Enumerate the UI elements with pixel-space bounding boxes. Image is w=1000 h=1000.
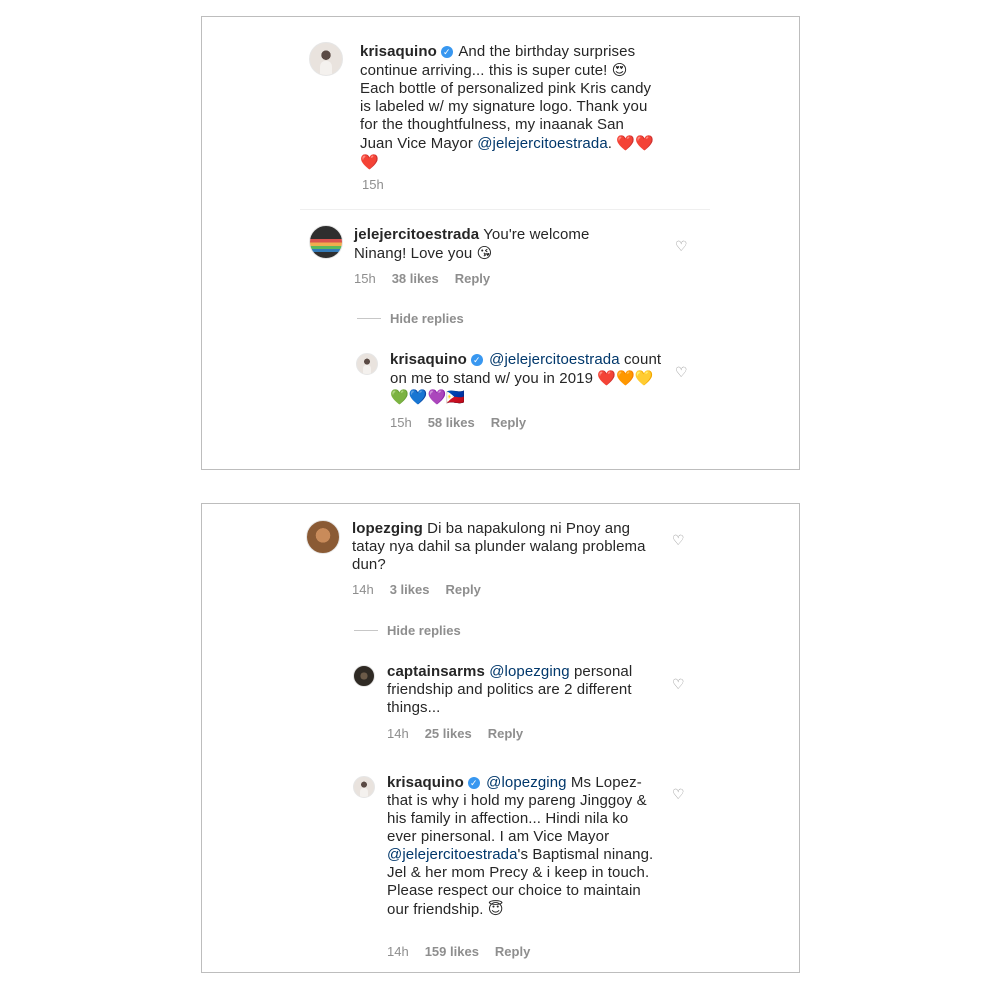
- divider: [300, 209, 710, 210]
- username[interactable]: captainsarms: [387, 663, 485, 680]
- halo-emoji: 😇: [487, 900, 504, 918]
- timestamp[interactable]: 14h: [387, 726, 409, 741]
- likes-count[interactable]: 159 likes: [425, 944, 479, 959]
- comment-meta: 15h 38 likes Reply: [354, 271, 506, 286]
- reply-button[interactable]: Reply: [445, 582, 480, 597]
- mention-link[interactable]: @jelejercitoestrada: [489, 351, 620, 368]
- mention-link[interactable]: @lopezging: [489, 663, 569, 680]
- heart-outline-icon[interactable]: ♡: [675, 239, 689, 253]
- hide-replies-line: [357, 318, 381, 319]
- heart-outline-icon[interactable]: ♡: [672, 787, 686, 801]
- heart-outline-icon[interactable]: ♡: [675, 365, 689, 379]
- reply-button[interactable]: Reply: [491, 415, 526, 430]
- verified-badge-icon: ✓: [467, 777, 480, 789]
- likes-count[interactable]: 38 likes: [392, 271, 439, 286]
- heart-outline-icon[interactable]: ♡: [672, 533, 686, 547]
- comment-panel-2: lopezging Di ba napakulong ni Pnoy ang t…: [201, 503, 800, 973]
- likes-count[interactable]: 25 likes: [425, 726, 472, 741]
- post-caption: krisaquino ✓ And the birthday surprises c…: [360, 43, 660, 172]
- username[interactable]: krisaquino: [387, 774, 464, 791]
- reply-button[interactable]: Reply: [455, 271, 490, 286]
- reply-meta: 15h 58 likes Reply: [390, 415, 542, 430]
- kiss-emoji: 😘: [476, 244, 493, 262]
- timestamp[interactable]: 15h: [362, 177, 384, 192]
- username[interactable]: krisaquino: [360, 43, 437, 60]
- reply-meta: 14h 159 likes Reply: [387, 944, 546, 959]
- hide-replies-button[interactable]: Hide replies: [387, 623, 461, 638]
- timestamp[interactable]: 15h: [390, 415, 412, 430]
- username[interactable]: krisaquino: [390, 351, 467, 368]
- verified-badge-icon: ✓: [440, 46, 453, 58]
- avatar[interactable]: [309, 42, 343, 76]
- timestamp[interactable]: 14h: [387, 944, 409, 959]
- reply: krisaquino ✓ @jelejercitoestrada count on…: [390, 351, 662, 407]
- reply: captainsarms @lopezging personal friends…: [387, 663, 659, 717]
- heart-outline-icon[interactable]: ♡: [672, 677, 686, 691]
- avatar[interactable]: [356, 353, 378, 375]
- avatar[interactable]: [306, 520, 340, 554]
- comment: jelejercitoestrada You're welcome Ninang…: [354, 226, 634, 263]
- avatar[interactable]: [353, 776, 375, 798]
- avatar[interactable]: [353, 665, 375, 687]
- comment-meta: 14h 3 likes Reply: [352, 582, 497, 597]
- username[interactable]: jelejercitoestrada: [354, 226, 479, 243]
- comment-panel-1: krisaquino ✓ And the birthday surprises c…: [201, 16, 800, 470]
- mention-link[interactable]: @jelejercitoestrada: [477, 135, 608, 152]
- avatar[interactable]: [309, 225, 343, 259]
- hide-replies-line: [354, 630, 378, 631]
- heart-eyes-emoji: 😍: [611, 61, 628, 79]
- reply-button[interactable]: Reply: [495, 944, 530, 959]
- reply-button[interactable]: Reply: [488, 726, 523, 741]
- post-meta: 15h: [362, 177, 400, 192]
- caption-text-3: .: [607, 135, 613, 152]
- likes-count[interactable]: 58 likes: [428, 415, 475, 430]
- comment: lopezging Di ba napakulong ni Pnoy ang t…: [352, 520, 647, 574]
- reply: krisaquino ✓ @lopezging Ms Lopez- that is…: [387, 774, 659, 919]
- reply-meta: 14h 25 likes Reply: [387, 726, 539, 741]
- timestamp[interactable]: 14h: [352, 582, 374, 597]
- hide-replies-button[interactable]: Hide replies: [390, 311, 464, 326]
- verified-badge-icon: ✓: [470, 354, 483, 366]
- timestamp[interactable]: 15h: [354, 271, 376, 286]
- likes-count[interactable]: 3 likes: [390, 582, 430, 597]
- mention-link[interactable]: @lopezging: [486, 774, 566, 791]
- username[interactable]: lopezging: [352, 520, 423, 537]
- mention-link-2[interactable]: @jelejercitoestrada: [387, 846, 518, 863]
